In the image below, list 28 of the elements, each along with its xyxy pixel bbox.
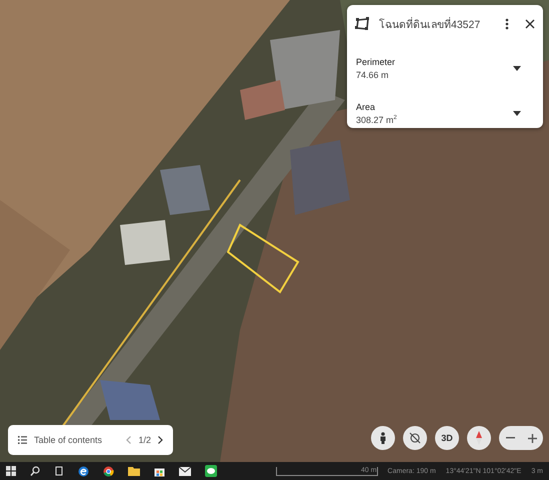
mail-icon[interactable] bbox=[179, 466, 191, 476]
measurement-value: 74.66 m bbox=[356, 70, 390, 80]
next-page-icon[interactable] bbox=[158, 436, 163, 444]
search-icon[interactable] bbox=[30, 466, 40, 476]
browser-e-icon[interactable] bbox=[78, 466, 89, 476]
list-icon bbox=[18, 436, 27, 444]
table-of-contents-card[interactable]: Table of contents 1/2 bbox=[8, 425, 173, 455]
store-bag-icon[interactable] bbox=[154, 466, 165, 476]
measurement-label: Area bbox=[356, 102, 376, 112]
folder-icon[interactable] bbox=[128, 466, 140, 476]
chat-app-icon[interactable] bbox=[205, 465, 217, 477]
windows-logo-icon[interactable] bbox=[6, 466, 16, 476]
close-icon[interactable] bbox=[525, 19, 535, 29]
person-icon bbox=[380, 432, 386, 444]
crossed-rotation-icon bbox=[409, 432, 421, 444]
measurement-value: 308.27 m$^{2}$ bbox=[356, 115, 398, 125]
page-indicator: 1/2 bbox=[138, 435, 151, 445]
toc-label: Table of contents bbox=[34, 435, 104, 445]
measurement-label: Perimeter bbox=[356, 57, 396, 67]
dropdown-caret-icon[interactable] bbox=[513, 111, 521, 116]
compass-needle-icon bbox=[476, 431, 482, 445]
panel-title: โฉนดที่ดินเลขที่43527 bbox=[379, 16, 482, 32]
chrome-icon[interactable] bbox=[103, 466, 114, 476]
polygon-icon bbox=[355, 17, 371, 31]
task-view-icon[interactable] bbox=[54, 466, 64, 476]
zoom-in-icon[interactable] bbox=[528, 434, 536, 442]
more-options-icon[interactable] bbox=[505, 18, 509, 30]
dropdown-caret-icon[interactable] bbox=[513, 66, 521, 71]
